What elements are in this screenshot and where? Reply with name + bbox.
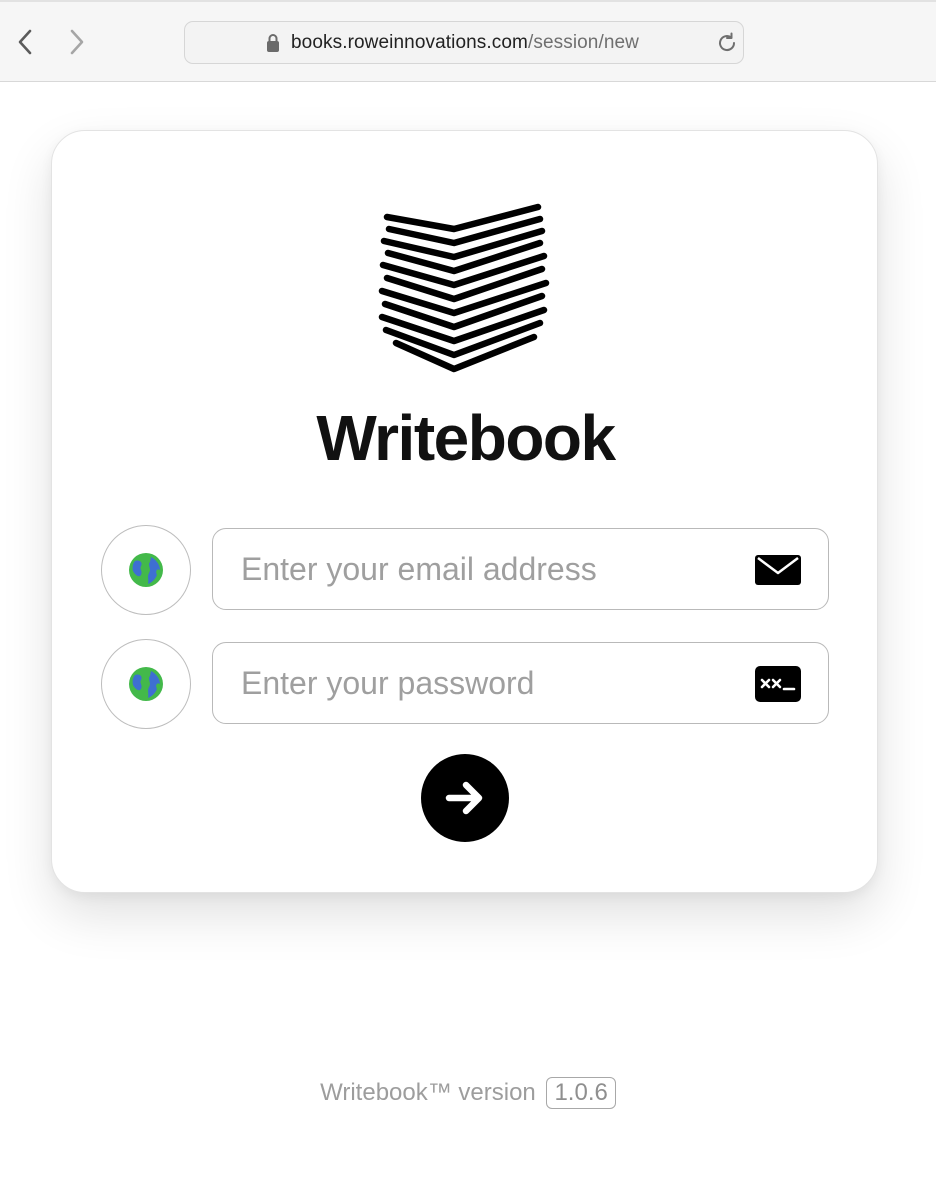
password-field[interactable] <box>212 642 829 724</box>
email-field[interactable] <box>212 528 829 610</box>
email-input[interactable] <box>241 547 731 591</box>
globe-icon <box>129 667 163 701</box>
browser-toolbar: books.roweinnovations.com/session/new <box>0 0 936 82</box>
url-text: books.roweinnovations.com/session/new <box>291 32 639 54</box>
login-card: Writebook <box>51 130 878 893</box>
arrow-right-icon <box>445 781 483 815</box>
language-button[interactable] <box>101 525 191 615</box>
brand-title: Writebook <box>316 402 616 474</box>
address-bar[interactable]: books.roweinnovations.com/session/new <box>184 21 744 64</box>
version-label: Writebook™ version <box>320 1079 536 1106</box>
writebook-logo-icon <box>378 203 550 373</box>
reload-icon[interactable] <box>715 31 739 55</box>
url-path: /session/new <box>527 32 640 53</box>
back-button[interactable] <box>8 24 42 60</box>
chevron-right-icon <box>70 29 84 55</box>
chevron-left-icon <box>18 29 32 55</box>
password-input[interactable] <box>241 661 731 705</box>
password-icon <box>755 666 801 702</box>
globe-icon <box>129 553 163 587</box>
submit-button[interactable] <box>421 754 509 842</box>
forward-button[interactable] <box>60 24 94 60</box>
lock-icon <box>267 34 279 52</box>
version-badge: 1.0.6 <box>546 1077 616 1109</box>
envelope-icon <box>755 555 801 585</box>
language-button[interactable] <box>101 639 191 729</box>
footer-version: Writebook™ version 1.0.6 <box>0 1077 936 1109</box>
url-host: books.roweinnovations.com <box>291 32 528 53</box>
